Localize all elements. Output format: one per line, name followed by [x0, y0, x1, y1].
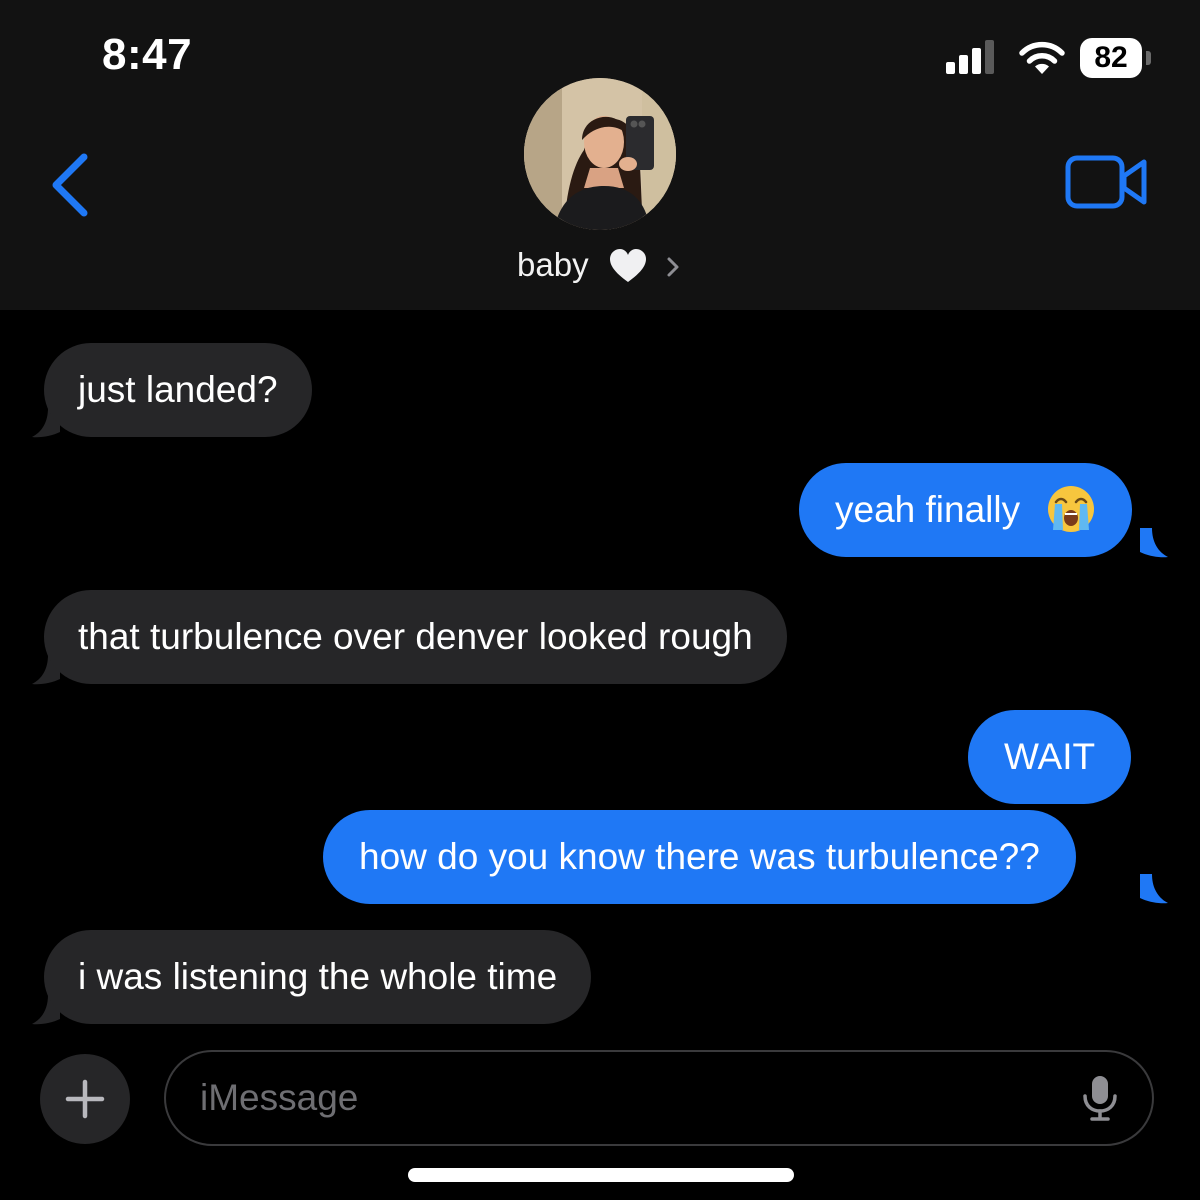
message-text: i was listening the whole time [78, 956, 558, 997]
conversation-header: 8:47 82 baby [0, 0, 1200, 310]
cellular-signal-icon [946, 40, 996, 74]
message-text: how do you know there was turbulence?? [359, 836, 1040, 877]
home-indicator[interactable] [408, 1168, 794, 1182]
message-text: WAIT [1004, 736, 1096, 777]
incoming-message-bubble[interactable]: just landed? [44, 343, 312, 437]
white-heart-icon [609, 249, 646, 283]
battery-nub [1146, 51, 1151, 65]
wifi-icon [1019, 41, 1065, 74]
microphone-icon[interactable] [1080, 1074, 1120, 1122]
contact-name: baby [517, 246, 589, 283]
message-text: yeah finally [835, 489, 1021, 530]
add-attachment-button[interactable] [40, 1054, 130, 1144]
outgoing-message-bubble[interactable]: WAIT [968, 710, 1132, 804]
back-button[interactable] [40, 145, 100, 225]
message-text: just landed? [78, 369, 278, 410]
contact-name-row[interactable]: baby [0, 242, 1200, 288]
contact-avatar[interactable] [524, 78, 676, 230]
outgoing-message-bubble[interactable]: yeah finally [799, 463, 1133, 557]
outgoing-bubble-tail [1140, 528, 1168, 558]
outgoing-message-bubble[interactable]: how do you know there was turbulence?? [323, 810, 1076, 904]
chevron-right-icon [667, 257, 679, 277]
outgoing-bubble-tail [1140, 874, 1168, 904]
incoming-message-bubble[interactable]: that turbulence over denver looked rough [44, 590, 787, 684]
message-input[interactable] [164, 1050, 1154, 1146]
plus-icon [65, 1079, 105, 1119]
status-time: 8:47 [102, 30, 193, 79]
avatar-photo [524, 78, 676, 230]
battery-level: 82 [1080, 38, 1142, 78]
video-call-button[interactable] [1064, 150, 1150, 214]
battery-indicator: 82 [1080, 38, 1151, 78]
message-text: that turbulence over denver looked rough [78, 616, 753, 657]
incoming-message-bubble[interactable]: i was listening the whole time [44, 930, 592, 1024]
loudly-crying-face-icon [1048, 486, 1095, 533]
